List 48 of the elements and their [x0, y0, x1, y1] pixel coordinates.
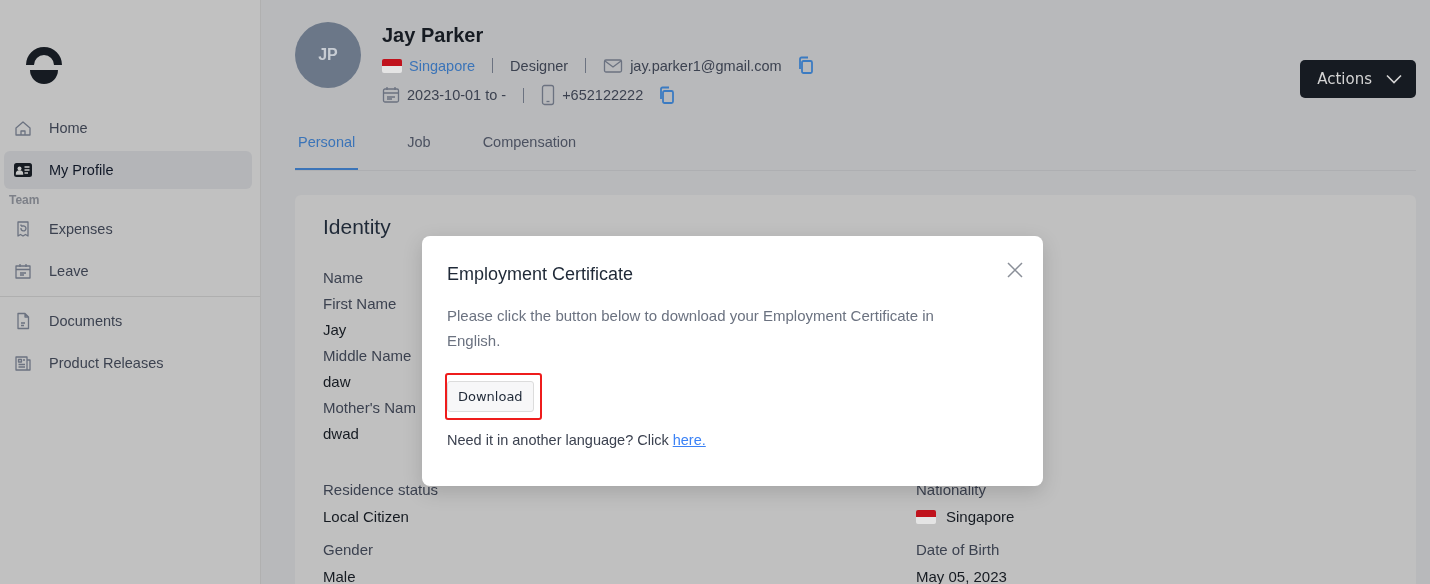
calendar-icon — [382, 86, 400, 104]
nav-item[interactable]: Documents — [4, 302, 252, 340]
language-prompt: Need it in another language? Click here. — [447, 432, 707, 448]
here-link[interactable]: here. — [672, 432, 706, 448]
phone-icon — [541, 84, 556, 106]
profile-name: Jay Parker — [382, 24, 485, 47]
nav-item[interactable]: My Profile — [4, 151, 252, 189]
modal-message: Please click the button below to download your Employment Certificate in English. — [447, 306, 935, 351]
close-icon[interactable] — [1007, 262, 1023, 278]
nav-icon — [13, 353, 33, 373]
nav-item[interactable]: Leave — [4, 252, 252, 290]
field-value: Male — [323, 567, 356, 584]
mail-icon — [603, 57, 624, 74]
actions-button[interactable]: Actions — [1300, 60, 1416, 98]
field-value: dwad — [323, 424, 359, 444]
field-label: Mother's Nam — [323, 398, 416, 418]
copy-icon[interactable] — [658, 85, 677, 105]
email-text: jay.parker1@gmail.com — [630, 57, 782, 74]
role-text: Designer — [510, 57, 569, 74]
section-heading: Team — [9, 193, 41, 207]
field-label: Residence status — [323, 480, 439, 500]
field-label: Date of Birth — [916, 540, 1000, 560]
field-label: Nationality — [916, 480, 987, 500]
nav-item[interactable]: Expenses — [4, 210, 252, 248]
nav-item[interactable]: Product Releases — [4, 344, 252, 382]
flag-icon — [382, 58, 402, 73]
field-label: First Name — [323, 294, 397, 314]
field-label: Gender — [323, 540, 374, 560]
flag-icon — [916, 510, 936, 524]
field-value: Local Citizen — [323, 507, 409, 527]
avatar: JP — [295, 22, 361, 88]
nav-icon — [13, 261, 33, 281]
tab[interactable]: Compensation — [479, 134, 580, 170]
chevron-down-icon — [1386, 74, 1402, 84]
phone-text: +652122222 — [562, 87, 644, 103]
employment-dates: 2023-10-01 to - — [407, 87, 507, 103]
field-value: daw — [323, 372, 351, 392]
field-value: Jay — [323, 320, 347, 340]
tab[interactable]: Job — [404, 134, 434, 170]
download-button[interactable]: Download — [447, 381, 534, 412]
field-value: Singapore — [946, 507, 1015, 527]
field-label: Middle Name — [323, 346, 412, 366]
section-label: Name — [323, 268, 363, 288]
copy-icon[interactable] — [796, 56, 815, 75]
id-card-icon — [13, 160, 33, 180]
modal-title: Employment Certificate — [447, 264, 634, 285]
card-title: Identity — [323, 215, 392, 239]
nav-item[interactable]: Home — [4, 109, 252, 147]
